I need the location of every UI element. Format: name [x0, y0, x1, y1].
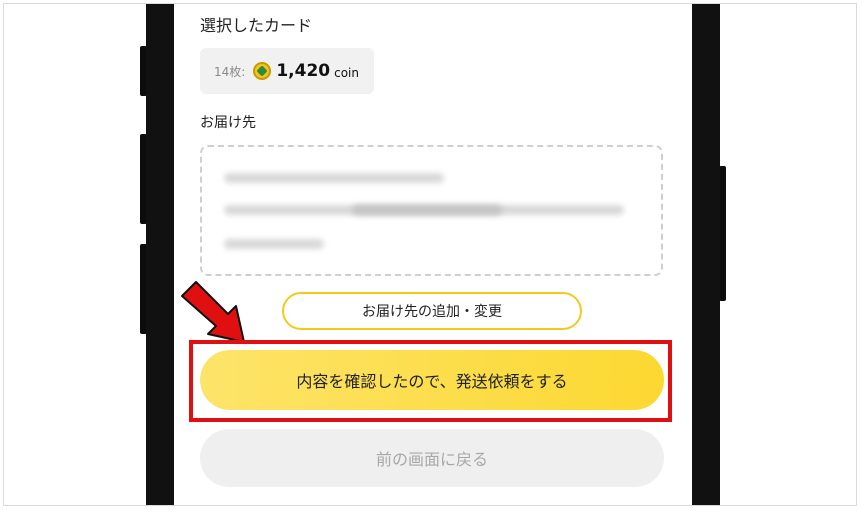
- back-to-previous-button[interactable]: 前の画面に戻る: [200, 429, 664, 487]
- add-change-address-button[interactable]: お届け先の追加・変更: [282, 292, 582, 330]
- pointer-arrow-icon: [181, 281, 245, 343]
- phone-side-button: [719, 166, 726, 301]
- screenshot-frame: 選択したカード 14枚: 1,420 coin お届け先 お届け先の追加・変更 …: [3, 3, 857, 506]
- highlight-box: [189, 340, 672, 422]
- selected-cards-summary: 14枚: 1,420 coin: [200, 48, 374, 94]
- delivery-title: お届け先: [200, 115, 256, 131]
- blurred-address-line: [352, 205, 502, 215]
- coin-value: 1,420: [276, 61, 331, 81]
- blurred-address-line: [224, 173, 444, 183]
- coin-icon: [253, 62, 272, 80]
- selected-cards-title: 選択したカード: [200, 16, 313, 35]
- blurred-address-line: [224, 239, 324, 249]
- delivery-address-box: [200, 145, 663, 276]
- card-count: 14枚:: [214, 64, 246, 79]
- coin-unit: coin: [334, 65, 359, 80]
